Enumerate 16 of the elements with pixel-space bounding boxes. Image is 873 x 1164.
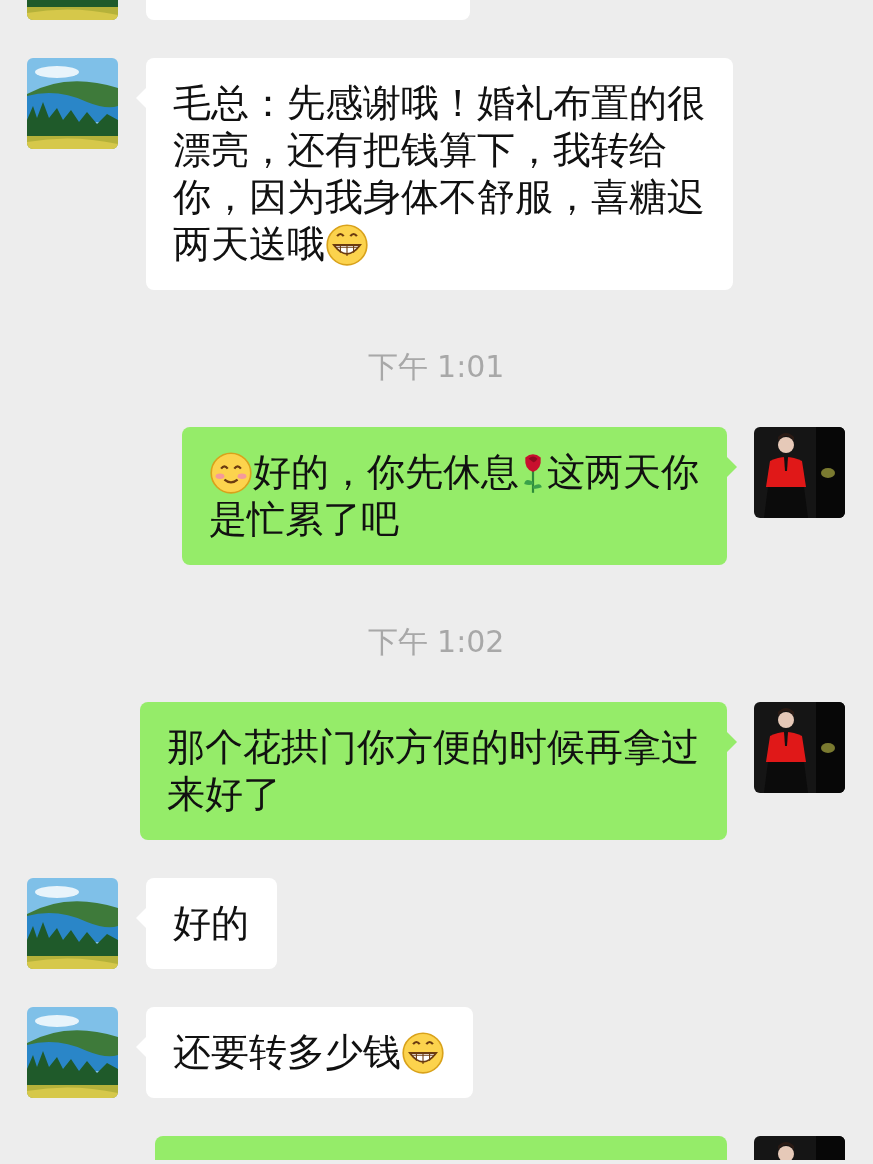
timestamp: 下午 1:01 — [367, 349, 505, 384]
message-text: 还要转多少钱 — [173, 1029, 401, 1076]
message-text: 漂亮，还有把钱算下，我转给 — [173, 127, 667, 174]
message-text: 你，因为我身体不舒服，喜糖迟 — [173, 174, 705, 221]
message-text: 毛总：先感谢哦！婚礼布置的很 — [173, 80, 705, 127]
timestamp: 下午 1:02 — [367, 624, 505, 659]
grinning-face-icon — [401, 1030, 445, 1075]
message-text: 是忙累了吧 — [209, 496, 399, 543]
message-text: 来好了 — [167, 771, 281, 818]
message-text: 好的 — [173, 900, 249, 947]
smiling-face-icon — [209, 450, 253, 495]
message-text: 这两天你 — [547, 449, 699, 496]
message-text: 两天送哦 — [173, 221, 325, 268]
message-text: 那个花拱门你方便的时候再拿过 — [167, 724, 699, 771]
grinning-face-icon — [325, 222, 369, 267]
message-text: 好的，你先休息 — [253, 449, 519, 496]
